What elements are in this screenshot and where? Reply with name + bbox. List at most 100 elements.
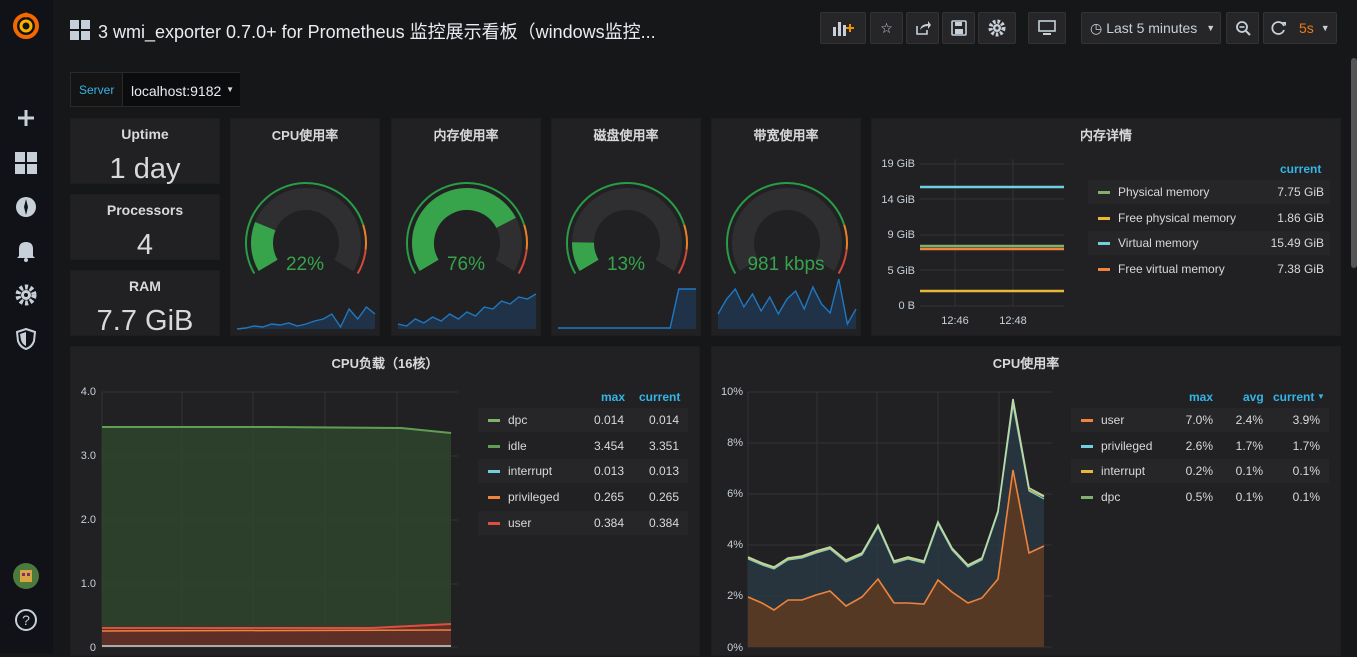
zoom-out-button[interactable] xyxy=(1226,12,1259,44)
gauge-value: 981 kbps xyxy=(747,254,825,275)
series-current: 3.9% xyxy=(1292,413,1320,427)
series-swatch xyxy=(1098,190,1110,194)
settings-button[interactable] xyxy=(978,12,1016,44)
help-icon[interactable]: ? xyxy=(12,606,40,634)
processors-panel: Processors 4 xyxy=(70,194,220,261)
series-current: 7.38 GiB xyxy=(1277,262,1324,276)
refresh-picker[interactable]: 5s ▼ xyxy=(1263,12,1337,44)
series-swatch xyxy=(488,418,500,422)
share-icon xyxy=(915,21,931,35)
time-range-picker[interactable]: ◷ Last 5 minutes ▼ xyxy=(1081,12,1221,44)
memory-graph: 19 GiB 14 GiB 9 GiB 5 GiB 0 B 12:46 12:4… xyxy=(881,158,1064,327)
y-tick: 2.0 xyxy=(81,514,96,526)
cpu-usage-graph: 10% 8% 6% 4% 2% 0% xyxy=(721,386,1052,654)
y-tick: 0% xyxy=(727,642,743,654)
series-current: 1.86 GiB xyxy=(1277,211,1324,225)
uptime-title: Uptime xyxy=(121,126,169,142)
series-swatch xyxy=(488,469,500,473)
star-icon: ☆ xyxy=(880,19,893,36)
ram-title: RAM xyxy=(129,278,161,294)
series-name: interrupt xyxy=(1101,464,1146,478)
settings-gear-icon xyxy=(988,19,1006,37)
series-name: dpc xyxy=(508,413,528,427)
legend-row[interactable]: dpc 0.5% 0.1% 0.1% xyxy=(1071,485,1329,509)
user-avatar[interactable] xyxy=(12,562,40,590)
dashboard-title[interactable]: 3 wmi_exporter 0.7.0+ for Prometheus 监控展… xyxy=(98,18,656,44)
series-current: 0.1% xyxy=(1292,490,1320,504)
series-swatch xyxy=(1081,495,1093,499)
refresh-interval: 5s xyxy=(1299,20,1314,36)
y-tick: 6% xyxy=(727,488,743,500)
y-tick: 10% xyxy=(721,386,743,398)
series-swatch xyxy=(488,495,500,499)
plus-icon[interactable] xyxy=(12,104,40,132)
series-swatch xyxy=(1081,418,1093,422)
legend-row[interactable]: user 7.0% 2.4% 3.9% xyxy=(1071,408,1329,432)
x-tick: 12:48 xyxy=(999,315,1027,327)
series-current: 1.7% xyxy=(1292,439,1320,453)
gauge-threshold-orange xyxy=(843,224,848,250)
add-panel-button[interactable] xyxy=(820,12,866,44)
y-tick: 5 GiB xyxy=(887,265,915,277)
grafana-logo-icon[interactable] xyxy=(12,12,40,40)
series-name: privileged xyxy=(508,490,560,504)
legend-row[interactable]: interrupt 0.2% 0.1% 0.1% xyxy=(1071,459,1329,483)
legend-header-max: max xyxy=(601,390,626,404)
memory-detail-panel: 内存详情 19 GiB 14 GiB 9 GiB 5 GiB 0 B 12:46… xyxy=(871,118,1341,336)
legend-row[interactable]: idle 3.454 3.351 xyxy=(478,434,688,458)
save-button[interactable] xyxy=(942,12,975,44)
series-name: idle xyxy=(508,439,527,453)
legend-row[interactable]: Physical memory 7.75 GiB xyxy=(1088,180,1330,204)
explore-compass-icon[interactable] xyxy=(12,193,40,221)
series-max: 0.013 xyxy=(593,464,624,478)
add-panel-icon xyxy=(833,22,854,36)
y-tick: 0 B xyxy=(898,300,915,312)
legend-row[interactable]: interrupt 0.013 0.013 xyxy=(478,459,688,483)
chevron-down-icon: ▼ xyxy=(1206,23,1216,33)
legend-row[interactable]: Free physical memory 1.86 GiB xyxy=(1088,206,1330,230)
legend-row[interactable]: privileged 0.265 0.265 xyxy=(478,485,688,509)
legend-row[interactable]: privileged 2.6% 1.7% 1.7% xyxy=(1071,434,1329,458)
gauge-threshold-orange xyxy=(523,224,528,250)
y-tick: 19 GiB xyxy=(881,158,915,170)
series-swatch xyxy=(1081,444,1093,448)
page-scrollbar[interactable] xyxy=(1351,58,1357,268)
legend-row[interactable]: user 0.384 0.384 xyxy=(478,511,688,535)
share-button[interactable] xyxy=(906,12,939,44)
cpu-gauge-panel: CPU使用率 22% xyxy=(230,118,380,336)
series-avg: 0.1% xyxy=(1235,464,1263,478)
y-tick: 1.0 xyxy=(81,578,96,590)
series-swatch xyxy=(1098,267,1110,271)
server-admin-shield-icon[interactable] xyxy=(12,325,40,353)
sparkline-area xyxy=(558,289,696,329)
series-current: 0.014 xyxy=(648,413,679,427)
server-select[interactable]: localhost:9182 ▼ xyxy=(122,73,240,106)
series-swatch xyxy=(1098,241,1110,245)
series-current: 15.49 GiB xyxy=(1270,236,1324,250)
cpu-gauge xyxy=(236,182,376,330)
cpu-load-graph: 4.0 3.0 2.0 1.0 0 xyxy=(81,386,458,654)
legend-row[interactable]: Virtual memory 15.49 GiB xyxy=(1088,231,1330,255)
series-current: 3.351 xyxy=(648,439,679,453)
sparkline-area xyxy=(718,279,856,329)
star-button[interactable]: ☆ xyxy=(870,12,903,44)
monitor-icon xyxy=(1038,20,1056,35)
configuration-gear-icon[interactable] xyxy=(12,281,40,309)
tv-mode-button[interactable] xyxy=(1028,12,1066,44)
series-name: user xyxy=(508,516,532,530)
gauge-threshold-orange xyxy=(683,224,688,250)
legend-row[interactable]: dpc 0.014 0.014 xyxy=(478,408,688,432)
server-dropdown-icon: ▼ xyxy=(226,85,234,94)
legend-header-current: current xyxy=(1280,162,1322,176)
x-tick: 12:46 xyxy=(941,315,969,327)
save-icon xyxy=(950,20,967,36)
memory-gauge xyxy=(397,182,537,329)
idle-area xyxy=(102,427,451,647)
alerting-bell-icon[interactable] xyxy=(12,237,40,265)
series-current: 0.265 xyxy=(648,490,679,504)
legend-header-current[interactable]: current xyxy=(1273,390,1314,404)
y-tick: 4% xyxy=(727,539,743,551)
series-name: interrupt xyxy=(508,464,553,478)
legend-row[interactable]: Free virtual memory 7.38 GiB xyxy=(1088,257,1330,281)
dashboards-icon[interactable] xyxy=(12,149,40,177)
